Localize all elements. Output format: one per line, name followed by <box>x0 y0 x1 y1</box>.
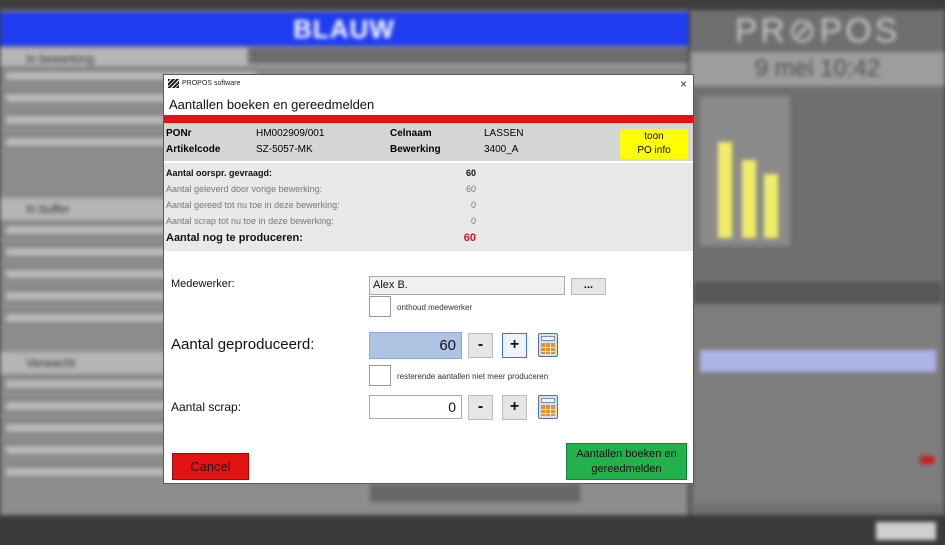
background-column-header <box>248 48 688 64</box>
onthoud-medewerker-checkbox[interactable] <box>369 296 391 317</box>
ponr-value: HM002909/001 <box>256 128 325 139</box>
background-status-panel <box>694 304 942 504</box>
medewerker-field[interactable]: Alex B. <box>369 276 565 295</box>
count-label: Aantal gereed tot nu toe in deze bewerki… <box>166 200 340 210</box>
background-status-header <box>694 282 942 304</box>
calculator-icon[interactable] <box>538 395 558 419</box>
background-chart-bar <box>764 174 778 238</box>
count-row-oorspr: Aantal oorspr. gevraagd: 60 <box>166 165 486 181</box>
count-row-scrap: Aantal scrap tot nu toe in deze bewerkin… <box>166 213 486 229</box>
counts-panel: Aantal oorspr. gevraagd: 60 Aantal gelev… <box>164 163 693 251</box>
geproduceerd-input[interactable]: 60 <box>369 332 462 359</box>
niet-meer-produceren-label: resterende aantallen niet meer producere… <box>397 372 549 381</box>
celnaam-label: Celnaam <box>390 128 432 139</box>
scrap-plus-button[interactable]: + <box>502 395 527 420</box>
artikelcode-label: Artikelcode <box>166 144 221 155</box>
boeken-dialog: PROPOS software × Aantallen boeken en ge… <box>163 74 694 484</box>
count-label: Aantal geleverd door vorige bewerking: <box>166 184 323 194</box>
background-title: BLAUW <box>0 12 688 46</box>
background-bottom-row <box>370 484 580 502</box>
count-value: 60 <box>465 168 476 178</box>
ponr-label: PONr <box>166 128 192 139</box>
count-value: 0 <box>470 200 476 210</box>
background-chart <box>700 96 790 246</box>
artikelcode-value: SZ-5057-MK <box>256 144 313 155</box>
count-value: 60 <box>465 184 476 194</box>
cancel-button[interactable]: Cancel <box>172 453 249 480</box>
aantallen-boeken-button[interactable]: Aantallen boeken en gereedmelden <box>566 443 687 480</box>
aantallen-boeken-line2: gereedmelden <box>591 463 662 475</box>
medewerker-label: Medewerker: <box>171 278 235 290</box>
celnaam-value: LASSEN <box>484 128 524 139</box>
background-step-bar <box>700 350 936 372</box>
background-bottom-bar <box>0 518 945 545</box>
count-label: Aantal scrap tot nu toe in deze bewerkin… <box>166 216 334 226</box>
dialog-topbar: PROPOS software × <box>164 75 693 95</box>
background-logo: PR⊘POS <box>734 12 901 50</box>
onthoud-medewerker-label: onthoud medewerker <box>397 303 473 312</box>
niet-meer-produceren-checkbox[interactable] <box>369 365 391 386</box>
bewerking-label: Bewerking <box>390 144 441 155</box>
geproduceerd-minus-button[interactable]: - <box>468 333 493 358</box>
aantallen-boeken-line1: Aantallen boeken en <box>576 448 677 460</box>
calculator-icon[interactable] <box>538 333 558 357</box>
scrap-input[interactable]: 0 <box>369 395 462 419</box>
bewerking-value: 3400_A <box>484 144 519 155</box>
background-chart-bar <box>718 142 732 238</box>
background-bottom-button <box>876 522 936 540</box>
count-row-geleverd: Aantal geleverd door vorige bewerking: 6… <box>166 181 486 197</box>
propos-logo-icon <box>168 79 179 88</box>
background-chart-bar <box>742 160 756 238</box>
count-label: Aantal oorspr. gevraagd: <box>166 168 273 178</box>
toon-po-info-line1: toon <box>644 131 664 142</box>
dialog-red-bar <box>164 115 693 123</box>
count-value: 0 <box>470 216 476 226</box>
toon-po-info-button[interactable]: toon PO info <box>620 129 688 159</box>
scrap-minus-button[interactable]: - <box>468 395 493 420</box>
toon-po-info-line2: PO info <box>637 145 671 156</box>
close-icon[interactable]: × <box>680 77 687 91</box>
background-red-value <box>920 456 934 464</box>
dialog-title: Aantallen boeken en gereedmelden <box>169 97 375 112</box>
dialog-brand: PROPOS software <box>168 79 240 88</box>
count-row-nog-te-produceren: Aantal nog te produceren: 60 <box>166 230 486 246</box>
po-info-panel: PONr HM002909/001 Artikelcode SZ-5057-MK… <box>164 123 693 161</box>
scrap-label: Aantal scrap: <box>171 400 242 414</box>
count-value: 60 <box>463 232 476 244</box>
background-date: 9 mei 10:42 <box>690 52 945 86</box>
geproduceerd-plus-button[interactable]: + <box>502 333 527 358</box>
geproduceerd-label: Aantal geproduceerd: <box>171 336 315 353</box>
medewerker-browse-button[interactable]: ... <box>571 278 606 295</box>
count-label: Aantal nog te produceren: <box>166 232 303 244</box>
count-row-gereed: Aantal gereed tot nu toe in deze bewerki… <box>166 197 486 213</box>
dialog-brand-text: PROPOS software <box>182 80 241 87</box>
